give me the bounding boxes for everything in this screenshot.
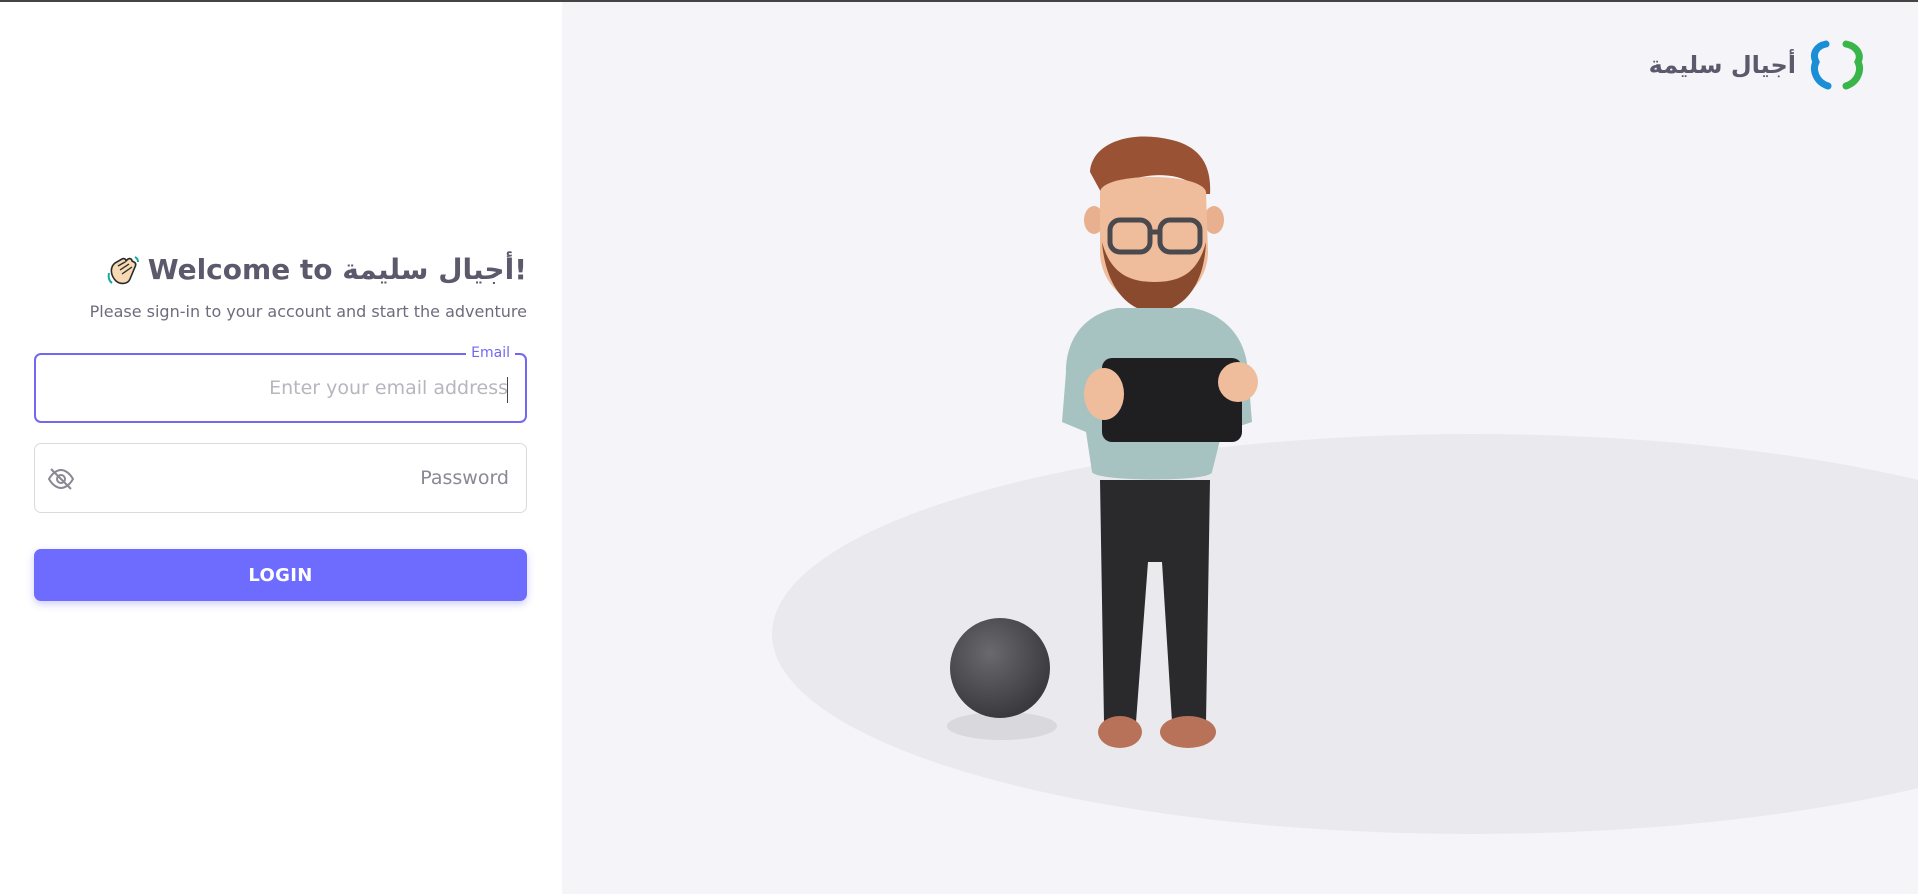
password-field[interactable] <box>34 443 527 514</box>
login-panel: Welcome to أجيال سليمة! Please sign-in t… <box>0 2 562 894</box>
illustration-panel: أجيال سليمة <box>562 2 1918 894</box>
waving-hand-icon <box>107 256 139 285</box>
eye-off-icon[interactable] <box>47 466 75 492</box>
man-with-tablet-illustration <box>1062 136 1258 748</box>
welcome-text: Welcome to أجيال سليمة! <box>147 253 527 286</box>
password-input[interactable] <box>35 444 526 513</box>
email-label: Email <box>466 345 515 362</box>
login-form: Welcome to أجيال سليمة! Please sign-in t… <box>34 252 527 602</box>
email-input[interactable] <box>36 355 525 422</box>
welcome-heading: Welcome to أجيال سليمة! <box>34 252 527 288</box>
logo-text: أجيال سليمة <box>1648 51 1796 79</box>
text-caret <box>506 377 508 404</box>
subtitle: Please sign-in to your account and start… <box>89 302 527 322</box>
logo-icon <box>1810 40 1863 90</box>
email-field[interactable]: Email <box>34 345 527 424</box>
login-button[interactable]: LOGIN <box>34 549 527 602</box>
brand-logo: أجيال سليمة <box>1649 40 1868 90</box>
